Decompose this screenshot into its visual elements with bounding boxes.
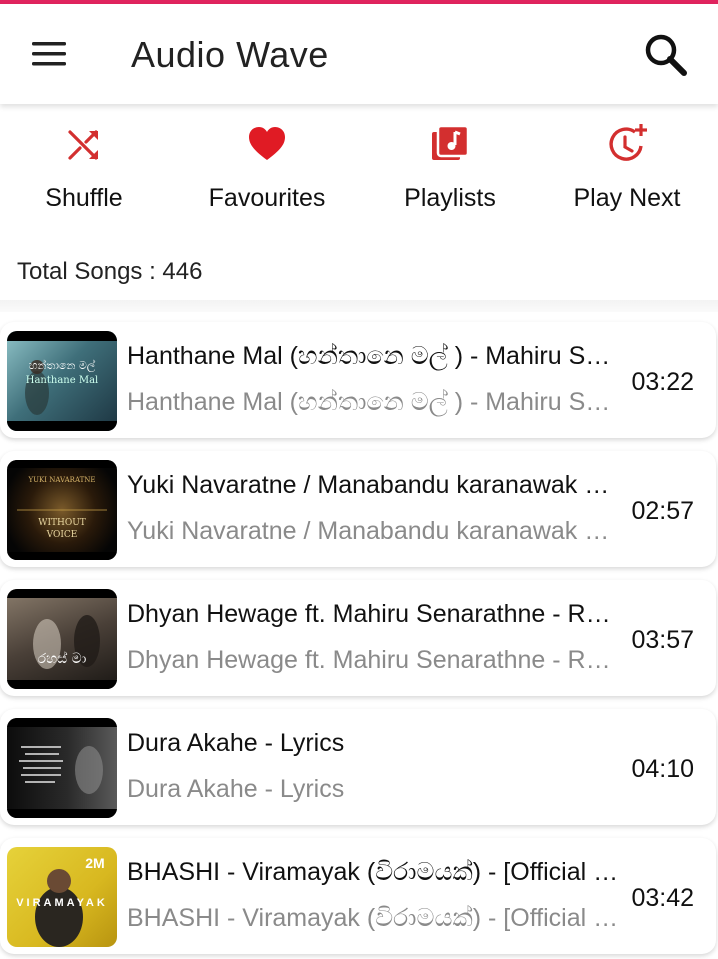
song-subtitle: Yuki Navaratne / Manabandu karanawak Wit… [127, 517, 622, 545]
thumb-subtitle: YUKI NAVARATNE [28, 476, 96, 484]
clock-plus-icon [609, 124, 647, 161]
album-art-thumbnail: හන්තානෙ මල් Hanthane Mal [7, 331, 117, 431]
song-title: Yuki Navaratne / Manabandu karanawak Wit… [127, 471, 622, 499]
song-title: BHASHI - Viramayak (විරාමයක්) - [Officia… [127, 858, 622, 886]
thumb-badge: 2M [85, 855, 105, 871]
album-art-thumbnail: රහස් මා [7, 589, 117, 689]
album-art-thumbnail [7, 718, 117, 818]
song-title: Hanthane Mal (හන්තානෙ මල් ) - Mahiru Sen… [127, 342, 622, 370]
thumb-title: හන්තානෙ මල් [28, 359, 96, 372]
song-duration: 02:57 [631, 497, 694, 525]
song-duration: 04:10 [631, 755, 694, 783]
quick-actions: Shuffle Favourites Playlists Play Next [0, 118, 718, 228]
search-button[interactable] [636, 26, 696, 84]
list-divider [0, 300, 718, 312]
shuffle-icon [68, 130, 98, 160]
heart-icon [249, 127, 285, 160]
song-subtitle: Dhyan Hewage ft. Mahiru Senarathne - Rah… [127, 646, 622, 674]
thumb-subtitle: Hanthane Mal [25, 375, 99, 386]
app-title: Audio Wave [131, 34, 329, 75]
search-icon [645, 34, 687, 76]
total-songs-count: Total Songs : 446 [17, 258, 203, 285]
song-duration: 03:22 [631, 368, 694, 396]
favourites-button[interactable]: Favourites [177, 118, 357, 228]
shuffle-label: Shuffle [45, 184, 123, 212]
thumb-title: VIRAMAYAK [16, 897, 108, 909]
song-duration: 03:42 [631, 884, 694, 912]
song-item[interactable]: YUKI NAVARATNE WITHOUT VOICE Yuki Navara… [0, 451, 716, 567]
play-next-button[interactable]: Play Next [537, 118, 717, 228]
shuffle-button[interactable]: Shuffle [0, 118, 174, 228]
song-item[interactable]: රහස් මා Dhyan Hewage ft. Mahiru Senarath… [0, 580, 716, 696]
song-item[interactable]: Dura Akahe - Lyrics Dura Akahe - Lyrics … [0, 709, 716, 825]
album-art-thumbnail: YUKI NAVARATNE WITHOUT VOICE [7, 460, 117, 560]
menu-button[interactable] [20, 30, 78, 78]
song-title: Dura Akahe - Lyrics [127, 729, 345, 757]
song-item[interactable]: VIRAMAYAK 2M BHASHI - Viramayak (විරාමයක… [0, 838, 716, 954]
song-subtitle: Dura Akahe - Lyrics [127, 775, 345, 803]
app-bar: Audio Wave [0, 4, 718, 104]
play-next-label: Play Next [573, 184, 681, 212]
favourites-label: Favourites [208, 184, 326, 212]
thumb-title: WITHOUT VOICE [38, 518, 86, 540]
album-art-thumbnail: VIRAMAYAK 2M [7, 847, 117, 947]
song-subtitle: Hanthane Mal (හන්තානෙ මල් ) - Mahiru Sen… [127, 388, 622, 416]
playlists-button[interactable]: Playlists [360, 118, 540, 228]
song-title: Dhyan Hewage ft. Mahiru Senarathne - Rah… [127, 600, 622, 628]
playlist-icon [432, 124, 470, 160]
song-duration: 03:57 [631, 626, 694, 654]
hamburger-menu-icon [32, 42, 66, 66]
playlists-label: Playlists [404, 184, 496, 212]
song-subtitle: BHASHI - Viramayak (විරාමයක්) - [Officia… [127, 904, 622, 932]
song-item[interactable]: හන්තානෙ මල් Hanthane Mal Hanthane Mal (හ… [0, 322, 716, 438]
thumb-title: රහස් මා [37, 651, 87, 667]
